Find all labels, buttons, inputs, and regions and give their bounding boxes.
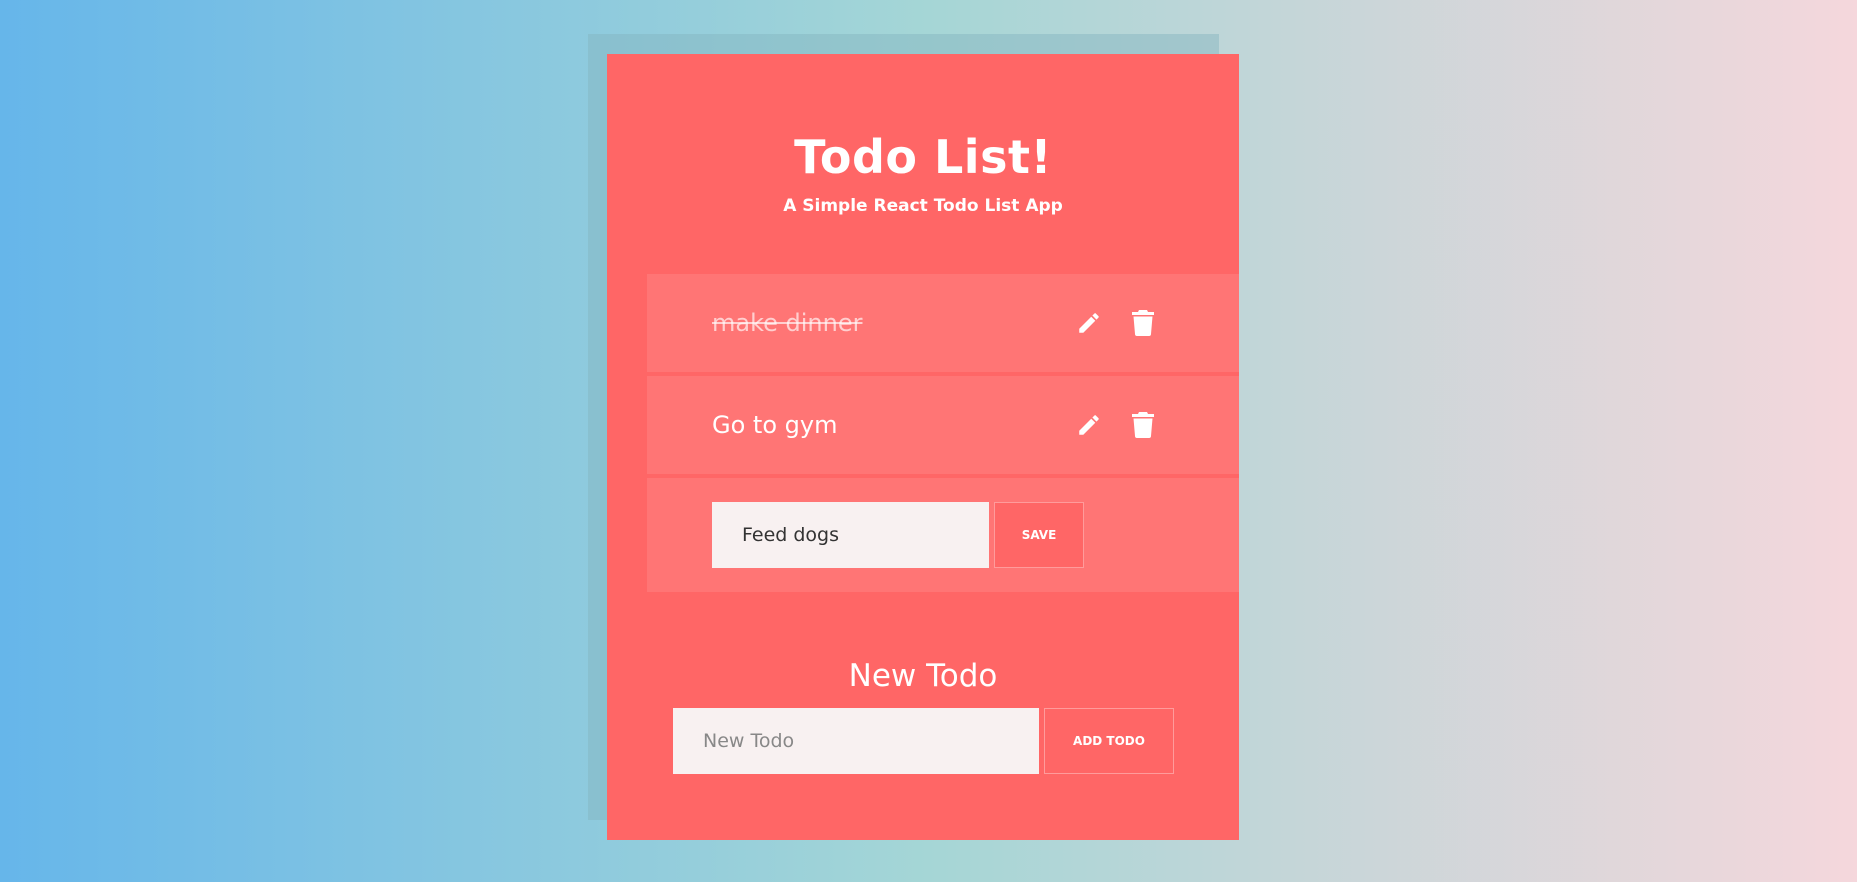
add-todo-button[interactable]: ADD TODO: [1044, 708, 1174, 774]
pencil-icon: [1079, 415, 1099, 435]
pencil-icon: [1079, 313, 1099, 333]
todo-text-completed[interactable]: make dinner: [702, 309, 872, 337]
save-button[interactable]: SAVE: [994, 502, 1084, 568]
delete-todo-button[interactable]: [1128, 308, 1158, 338]
edit-todo-input[interactable]: [712, 502, 989, 568]
edit-todo-button[interactable]: [1074, 410, 1104, 440]
todo-item: Go to gym: [647, 376, 1239, 474]
todo-app-card: Todo List! A Simple React Todo List App …: [607, 54, 1239, 840]
edit-todo-button[interactable]: [1074, 308, 1104, 338]
app-title: Todo List!: [794, 130, 1052, 184]
app-subtitle: A Simple React Todo List App: [783, 196, 1063, 216]
trash-icon: [1132, 310, 1154, 336]
todo-edit-form: SAVE: [647, 478, 1239, 592]
new-todo-heading: New Todo: [848, 658, 998, 694]
todo-item: make dinner: [647, 274, 1239, 372]
todo-list: make dinner Go to gym SAVE: [647, 274, 1239, 592]
new-todo-input[interactable]: [673, 708, 1039, 774]
delete-todo-button[interactable]: [1128, 410, 1158, 440]
todo-text[interactable]: Go to gym: [712, 411, 837, 439]
trash-icon: [1132, 412, 1154, 438]
